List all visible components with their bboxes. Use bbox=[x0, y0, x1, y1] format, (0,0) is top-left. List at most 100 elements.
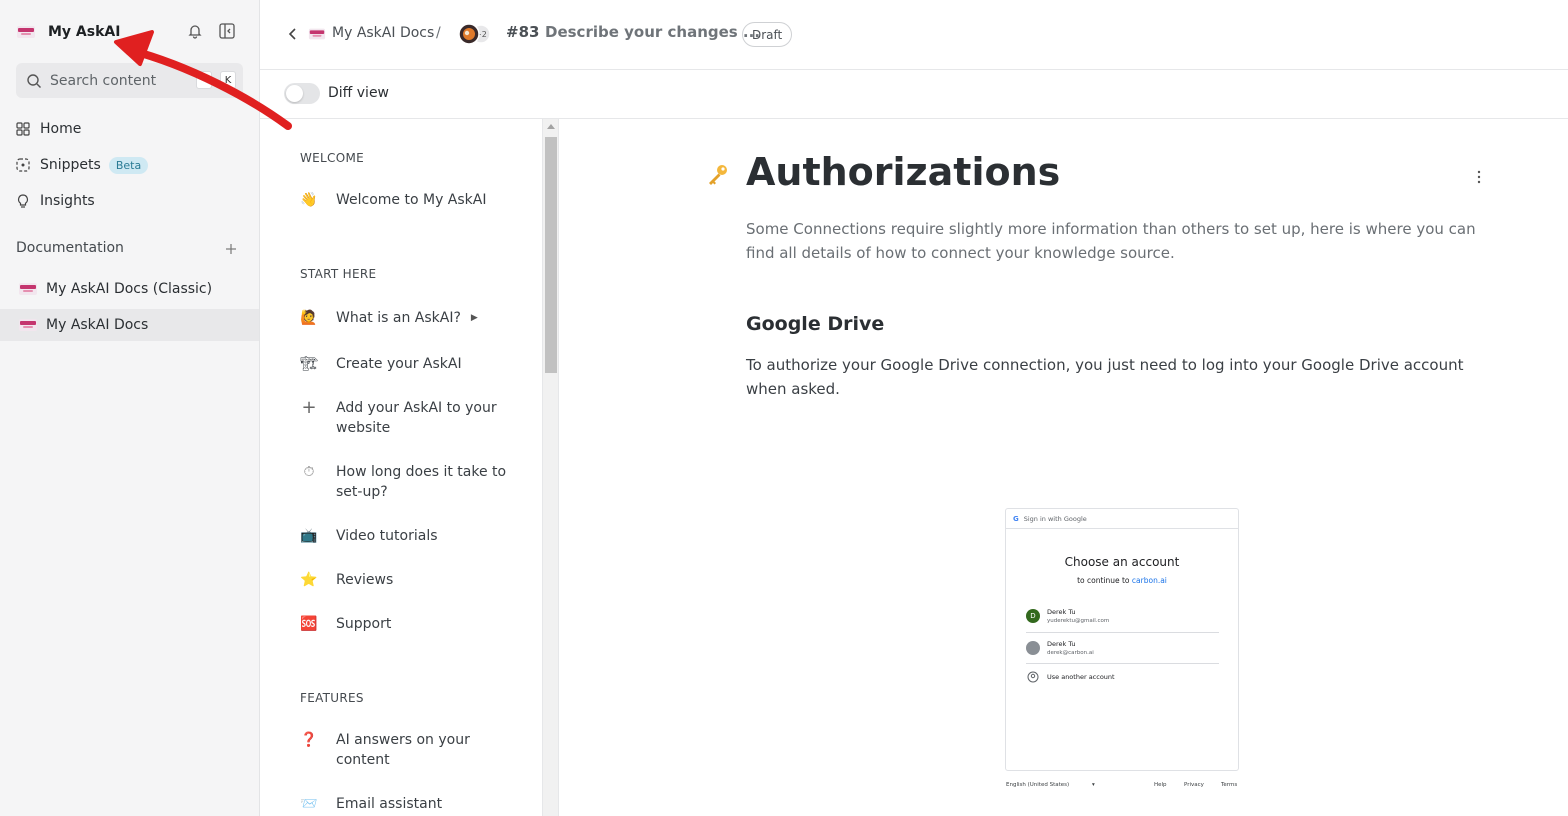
timer-icon: ⏱ bbox=[303, 464, 315, 480]
sidebar-item-insights[interactable]: Insights bbox=[16, 188, 95, 214]
table-of-contents: WELCOME 👋 Welcome to My AskAI START HERE… bbox=[260, 119, 542, 816]
choose-account-heading: Choose an account bbox=[1064, 555, 1180, 569]
footer-help: Help bbox=[1154, 782, 1167, 788]
home-grid-icon bbox=[16, 122, 30, 136]
account-row: Derek Tu derek@carbon.ai bbox=[1026, 633, 1219, 663]
scrollbar-thumb[interactable] bbox=[545, 137, 557, 373]
toc-item-label: Create your AskAI bbox=[336, 356, 462, 372]
key-icon[interactable] bbox=[706, 162, 730, 186]
footer-language: English (United States) bbox=[1006, 782, 1070, 788]
add-space-plus-icon[interactable] bbox=[224, 242, 238, 256]
continue-to-text: to continue to carbon.ai bbox=[1006, 576, 1238, 585]
status-badge: Draft bbox=[742, 22, 793, 47]
breadcrumb-separator: / bbox=[436, 25, 441, 41]
sidebar-item-label: Home bbox=[40, 121, 82, 137]
askai-logo-icon bbox=[17, 26, 35, 38]
question-mark-icon: ❓ bbox=[300, 732, 318, 748]
snippets-icon bbox=[16, 158, 30, 172]
space-label: My AskAI Docs (Classic) bbox=[46, 281, 213, 297]
toc-item-label: Support bbox=[336, 616, 392, 632]
toc-item-label: Add your AskAI to your website bbox=[336, 400, 497, 436]
toc-item-what-is-askai[interactable]: 🙋 What is an AskAI? ▶ bbox=[300, 308, 520, 328]
envelope-icon: 📨 bbox=[300, 796, 318, 812]
dropdown-caret-icon: ▾ bbox=[1092, 782, 1095, 788]
section-heading: Google Drive bbox=[746, 313, 885, 335]
toc-section-heading: WELCOME bbox=[300, 151, 364, 165]
change-request-title[interactable]: Describe your changes ... bbox=[545, 23, 760, 41]
star-icon: ⭐ bbox=[300, 572, 318, 588]
breadcrumb-space[interactable]: My AskAI Docs bbox=[332, 25, 434, 41]
use-another-account-row: Use another account bbox=[1026, 662, 1219, 692]
documentation-heading: Documentation bbox=[16, 240, 124, 256]
scroll-up-arrow-icon[interactable] bbox=[547, 124, 555, 129]
toc-item-label: What is an AskAI? bbox=[336, 310, 461, 326]
use-another-account-label: Use another account bbox=[1047, 672, 1115, 681]
more-options-icon[interactable] bbox=[1476, 170, 1482, 184]
diff-view-bar: Diff view bbox=[260, 70, 1568, 119]
sos-icon: 🆘 bbox=[300, 616, 318, 632]
expand-caret-icon[interactable]: ▶ bbox=[471, 308, 478, 328]
toc-scrollbar[interactable] bbox=[542, 119, 559, 816]
avatar bbox=[1026, 641, 1040, 655]
askai-logo-icon bbox=[19, 283, 37, 295]
lightbulb-icon bbox=[17, 194, 29, 208]
search-icon bbox=[27, 73, 41, 88]
waving-hand-icon: 👋 bbox=[300, 192, 318, 208]
toc-item-label: Email assistant bbox=[336, 796, 443, 812]
sidebar-space-item[interactable]: My AskAI Docs (Classic) bbox=[0, 273, 259, 305]
plus-icon: + bbox=[301, 397, 317, 418]
sidebar-item-home[interactable]: Home bbox=[16, 116, 81, 142]
toc-item-label: Video tutorials bbox=[336, 528, 438, 544]
sidebar-item-label: Snippets bbox=[40, 157, 101, 173]
toc-item-add-to-website[interactable]: + Add your AskAI to your website bbox=[300, 398, 520, 438]
change-request-number: #83 bbox=[506, 23, 540, 41]
person-raising-hand-icon: 🙋 bbox=[300, 310, 318, 326]
toc-item-video-tutorials[interactable]: 📺 Video tutorials bbox=[300, 526, 520, 546]
toc-item-welcome[interactable]: 👋 Welcome to My AskAI bbox=[300, 190, 520, 210]
toc-item-label: AI answers on your content bbox=[336, 732, 470, 768]
television-icon: 📺 bbox=[300, 528, 318, 544]
account-row: D Derek Tu yuderektu@gmail.com bbox=[1026, 601, 1219, 631]
diff-view-label: Diff view bbox=[328, 85, 390, 101]
account-circle-icon bbox=[1027, 671, 1039, 683]
account-email: yuderektu@gmail.com bbox=[1047, 617, 1110, 624]
toc-item-setup-time[interactable]: ⏱ How long does it take to set-up? bbox=[300, 462, 520, 502]
page-title: Authorizations bbox=[746, 150, 1061, 194]
app-window: My AskAI Search content ^ K Home Snippet… bbox=[0, 0, 1568, 816]
google-signin-footer: English (United States) ▾ Help Privacy T… bbox=[1006, 782, 1240, 792]
toc-item-create[interactable]: 🏗 Create your AskAI bbox=[300, 354, 520, 374]
construction-icon: 🏗 bbox=[300, 356, 318, 372]
section-paragraph: To authorize your Google Drive connectio… bbox=[746, 356, 1464, 398]
sidebar-item-snippets[interactable]: Snippets Beta bbox=[16, 152, 149, 178]
embedded-google-signin-image[interactable]: G Sign in with Google Choose an account … bbox=[1005, 508, 1239, 771]
avatar: D bbox=[1026, 609, 1040, 623]
sidebar-item-label: Insights bbox=[40, 193, 95, 209]
toc-item-ai-answers[interactable]: ❓ AI answers on your content bbox=[300, 730, 520, 770]
footer-privacy: Privacy bbox=[1184, 782, 1204, 788]
red-annotation-arrow bbox=[114, 30, 292, 130]
sidebar-space-item-active[interactable]: My AskAI Docs bbox=[0, 309, 259, 341]
continue-to-label: to continue to bbox=[1077, 576, 1130, 585]
beta-badge: Beta bbox=[108, 156, 149, 174]
account-name: Derek Tu bbox=[1047, 607, 1076, 616]
askai-logo-icon bbox=[19, 319, 37, 331]
top-bar: My AskAI Docs / +2 #83 Describe your cha… bbox=[260, 0, 1568, 70]
google-signin-header-text: Sign in with Google bbox=[1023, 514, 1087, 523]
toc-item-label: How long does it take to set-up? bbox=[336, 464, 507, 500]
google-signin-header: G Sign in with Google bbox=[1006, 509, 1238, 529]
askai-logo-icon bbox=[308, 28, 326, 40]
account-email: derek@carbon.ai bbox=[1047, 649, 1094, 656]
toc-item-label: Reviews bbox=[336, 572, 394, 588]
toc-section-heading: START HERE bbox=[300, 267, 377, 281]
toc-item-label: Welcome to My AskAI bbox=[336, 192, 487, 208]
contributor-avatars: +2 bbox=[458, 23, 491, 45]
continue-to-link: carbon.ai bbox=[1131, 576, 1167, 585]
account-name: Derek Tu bbox=[1047, 639, 1076, 648]
toc-item-email-assistant[interactable]: 📨 Email assistant bbox=[300, 794, 520, 814]
google-g-icon: G bbox=[1013, 514, 1019, 523]
toc-item-reviews[interactable]: ⭐ Reviews bbox=[300, 570, 520, 590]
toc-item-support[interactable]: 🆘 Support bbox=[300, 614, 520, 634]
space-label: My AskAI Docs bbox=[46, 317, 149, 333]
page-description: Some Connections require slightly more i… bbox=[746, 220, 1476, 262]
footer-terms: Terms bbox=[1221, 782, 1238, 788]
